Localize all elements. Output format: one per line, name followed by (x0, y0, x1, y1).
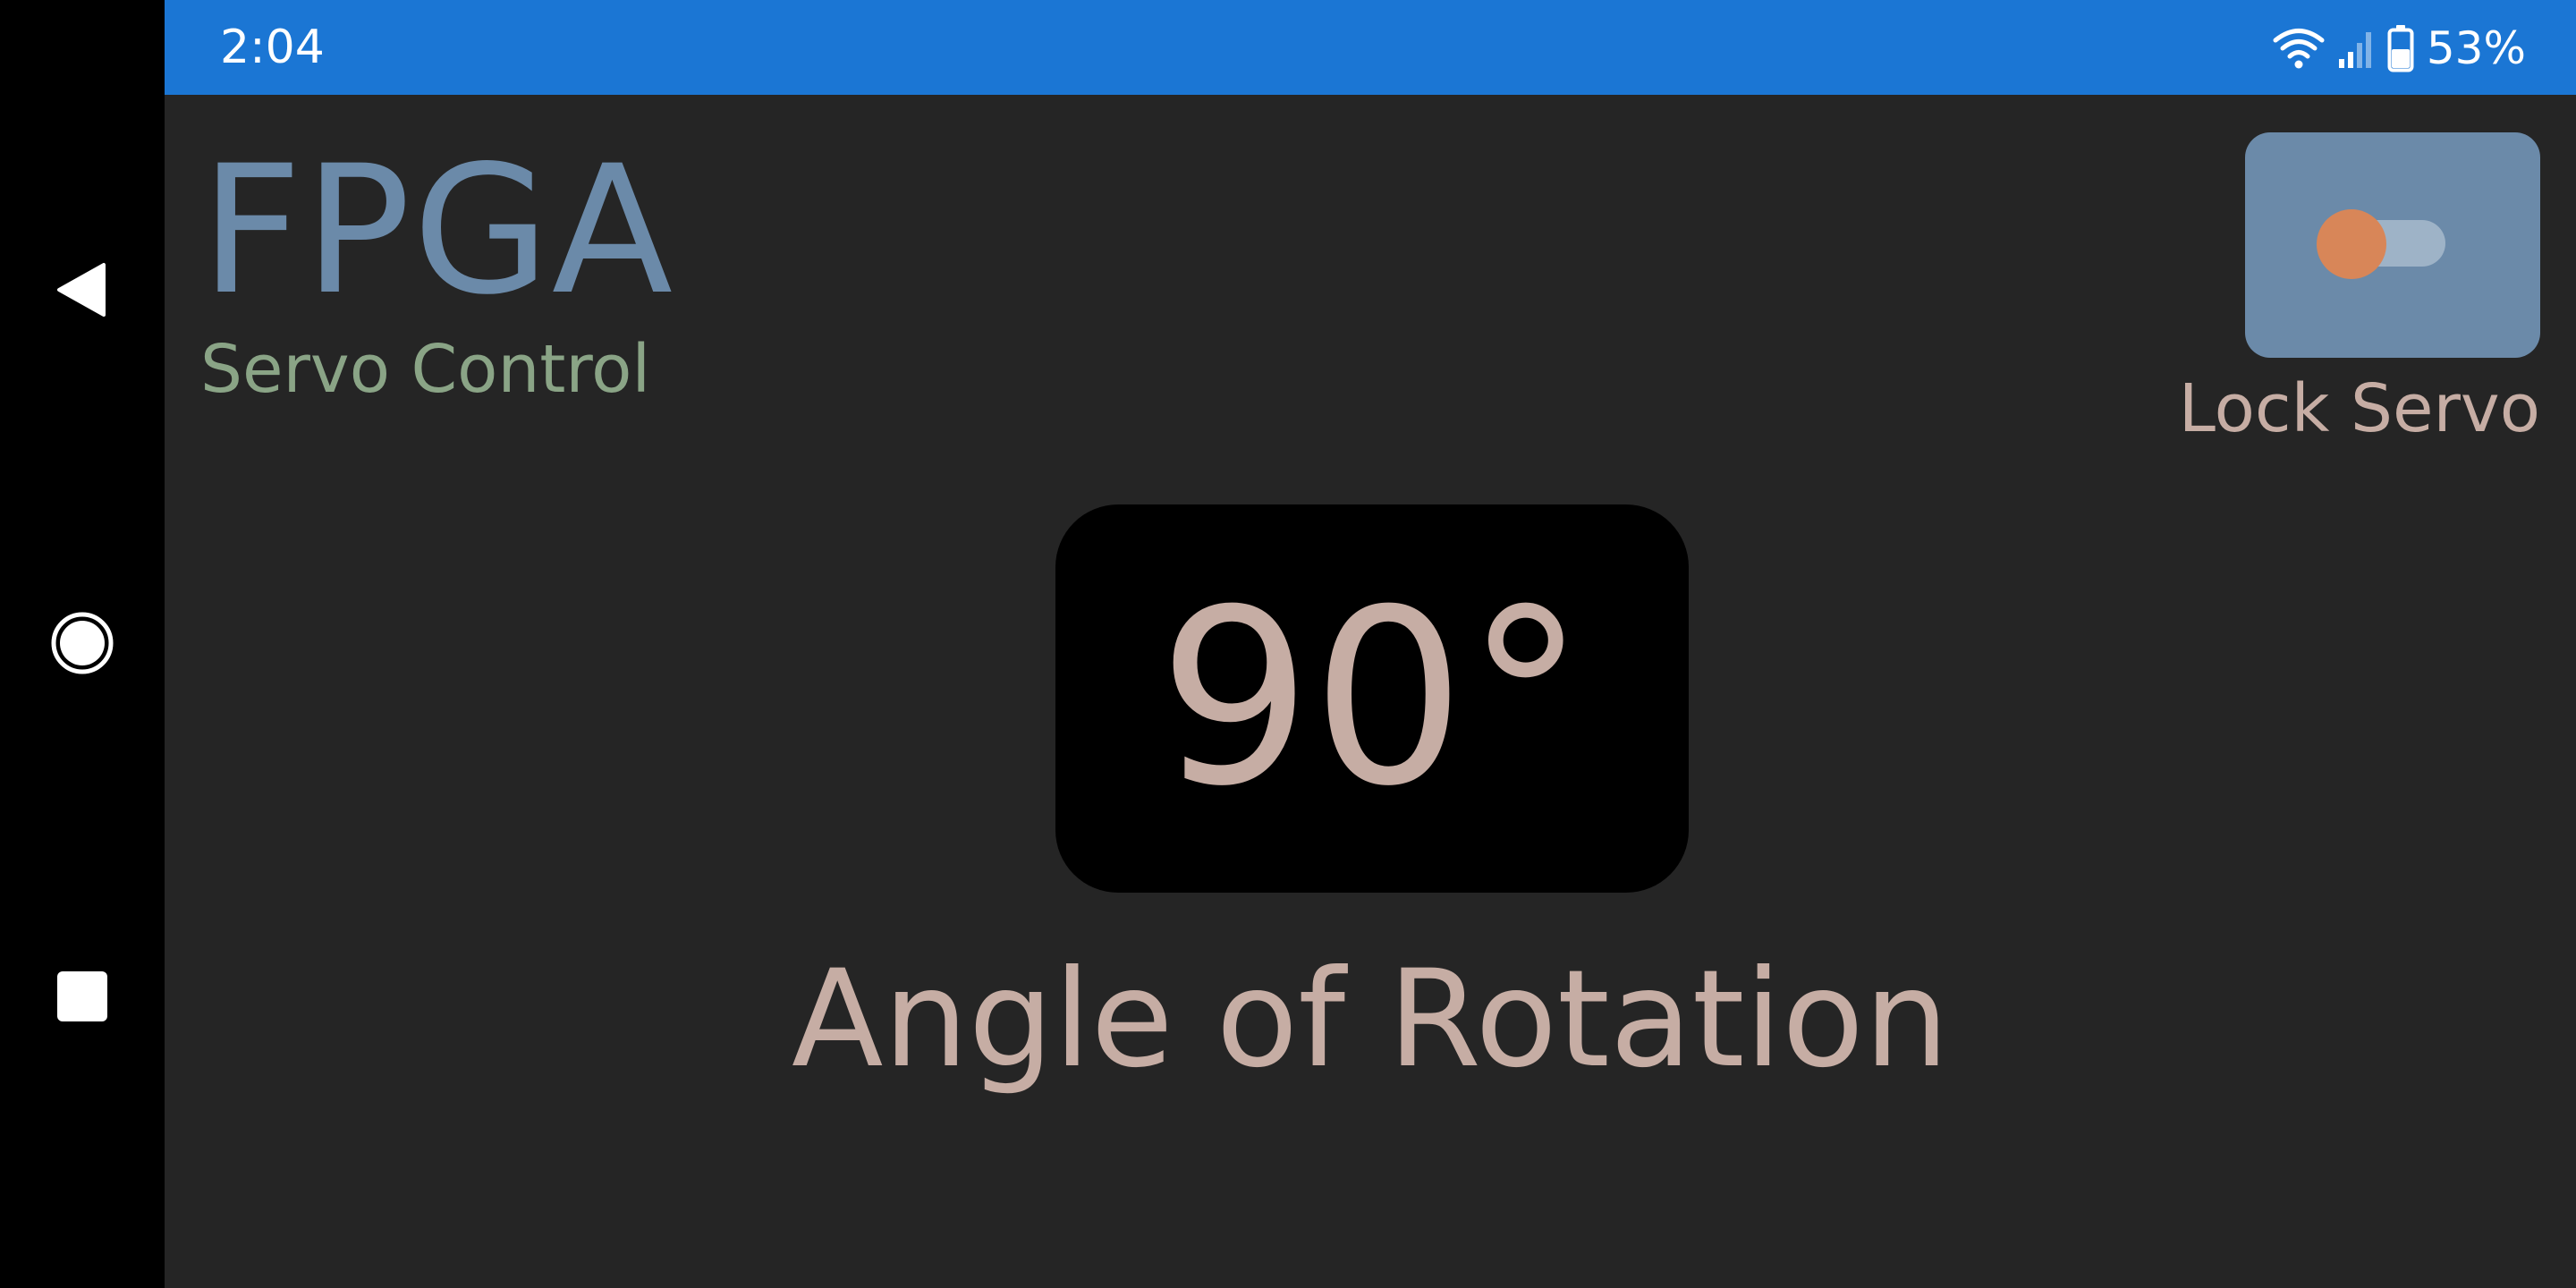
wifi-icon (2273, 29, 2325, 69)
home-icon (51, 612, 114, 674)
status-bar: 2:04 53% (165, 0, 2576, 95)
angle-display: 90° (1055, 504, 1689, 893)
main-content: FPGA Servo Control Lock Servo 90° Angle … (165, 95, 2576, 1288)
recents-button[interactable] (47, 961, 118, 1032)
toggle-thumb (2317, 209, 2386, 279)
lock-servo-label: Lock Servo (2178, 370, 2540, 447)
app-subtitle: Servo Control (200, 331, 651, 408)
back-button[interactable] (47, 254, 118, 326)
home-button[interactable] (47, 607, 118, 679)
battery-icon (2387, 25, 2414, 72)
status-time: 2:04 (220, 21, 325, 74)
back-icon (57, 263, 106, 317)
angle-value: 90° (1157, 557, 1587, 839)
recents-icon (57, 971, 107, 1021)
status-indicators: 53% (2273, 21, 2526, 75)
navigation-bar (0, 0, 165, 1288)
battery-percentage: 53% (2426, 22, 2526, 74)
lock-servo-toggle[interactable] (2245, 132, 2540, 358)
app-title: FPGA (200, 127, 675, 334)
signal-icon (2338, 32, 2371, 68)
angle-label: Angle of Rotation (791, 942, 1950, 1097)
